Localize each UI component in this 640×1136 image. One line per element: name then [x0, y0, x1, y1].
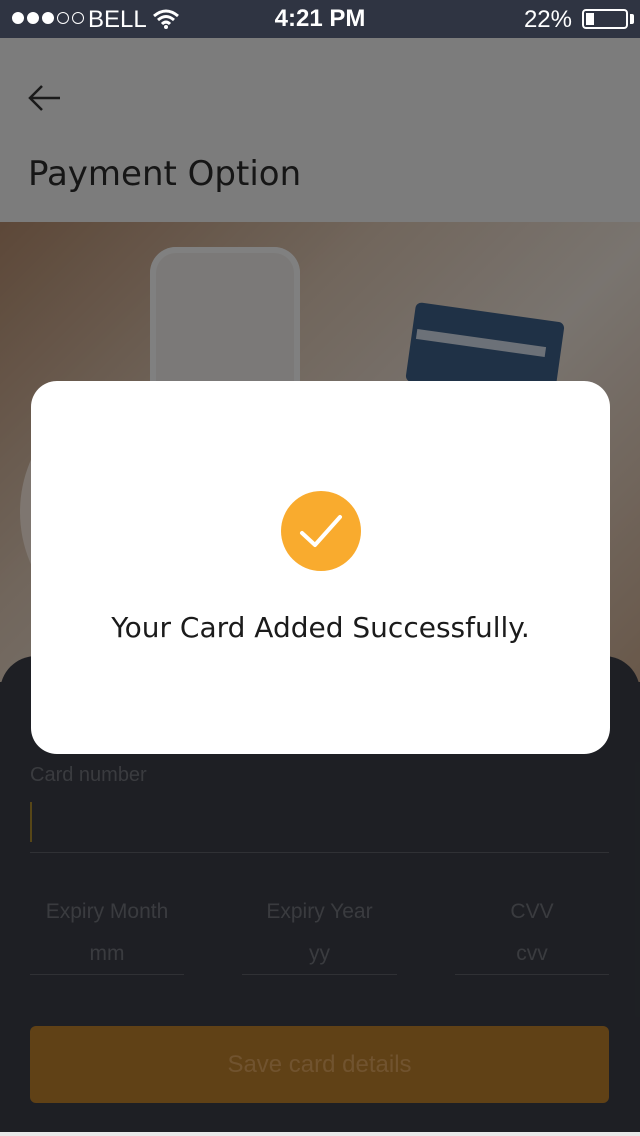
status-bar: BELL 4:21 PM 22% — [0, 0, 640, 38]
battery-icon — [582, 9, 628, 29]
success-dialog: Your Card Added Successfully. — [31, 381, 610, 754]
bottom-edge — [0, 1132, 640, 1136]
checkmark-circle-icon — [281, 491, 361, 571]
success-message: Your Card Added Successfully. — [111, 611, 530, 644]
battery-tip — [630, 14, 634, 24]
battery-percentage: 22% — [523, 6, 572, 33]
